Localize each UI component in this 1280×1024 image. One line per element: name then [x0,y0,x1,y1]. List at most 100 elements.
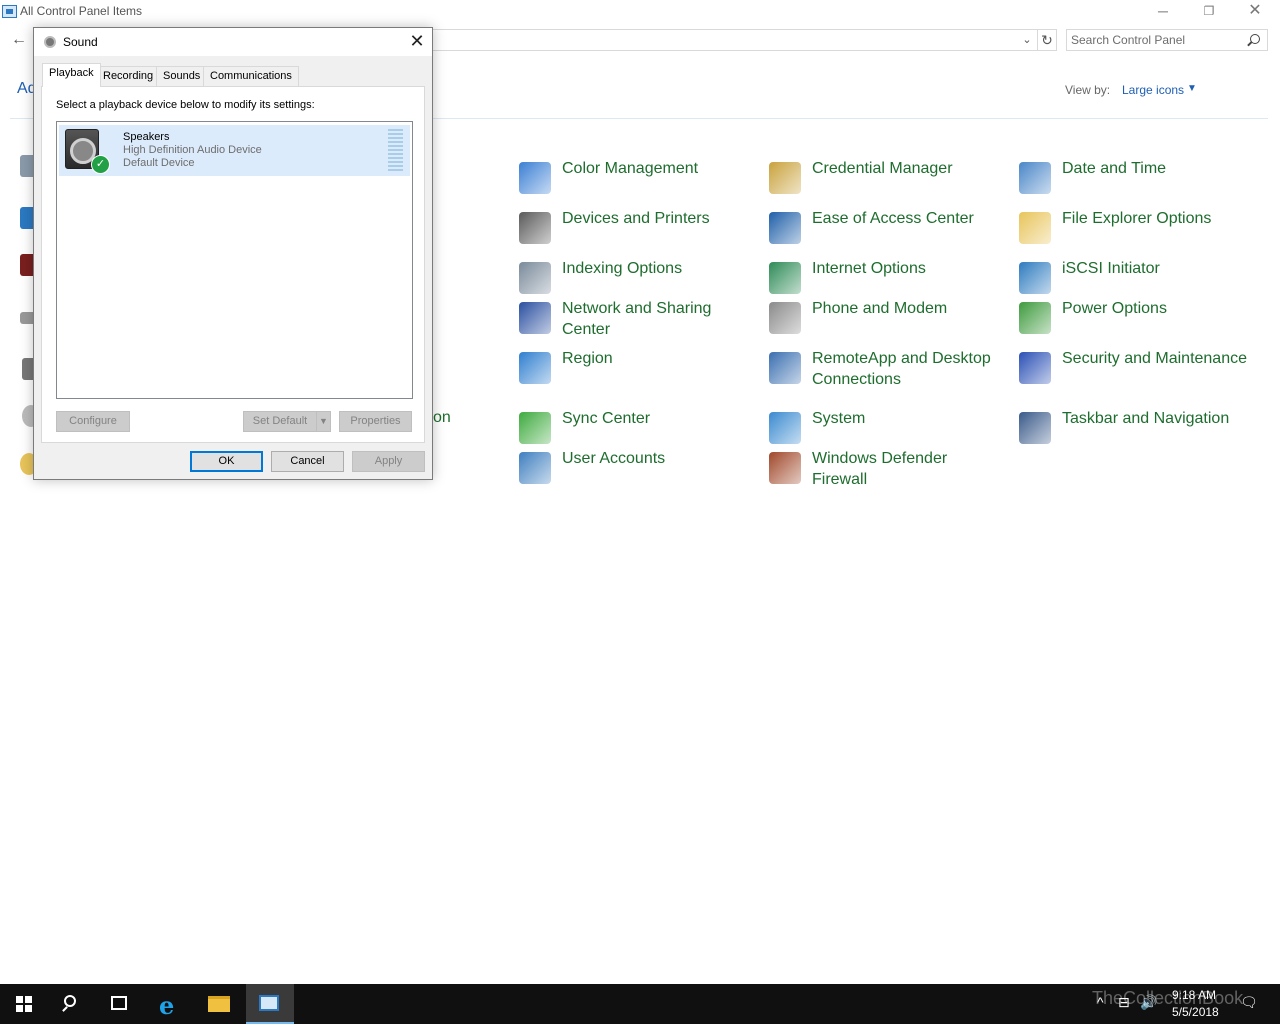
set-default-button[interactable]: Set Default [243,411,317,432]
search-icon-handle [62,1006,68,1012]
control-panel-item[interactable]: Phone and Modem [769,298,1014,342]
control-panel-item[interactable]: iSCSI Initiator [1019,258,1264,302]
tab-playback[interactable]: Playback [42,63,101,87]
volume-icon[interactable]: 🔊 [1140,994,1157,1011]
control-panel-item[interactable]: Credential Manager [769,158,1014,202]
file-explorer-options-icon [1019,212,1051,244]
control-panel-item[interactable]: Internet Options [769,258,1014,302]
watermark: TheCollectionBook [1092,988,1244,1008]
file-explorer-button[interactable] [196,984,244,1024]
title-bar: All Control Panel Items ─ ❐ ✕ [0,0,1280,24]
tab-recording[interactable]: Recording [96,66,161,86]
apply-button[interactable]: Apply [352,451,425,472]
view-by-dropdown[interactable]: Large icons [1122,83,1184,97]
control-panel-item[interactable]: Sync Center [519,408,764,452]
control-panel-item-label[interactable]: Sync Center [562,408,762,429]
network-icon[interactable]: ⊟ [1118,994,1130,1011]
date-and-time-icon [1019,162,1051,194]
notifications-icon[interactable]: 🗨 [1240,994,1258,1011]
power-options-icon [1019,302,1051,334]
windows-logo-icon [16,996,32,1012]
instruction-text: Select a playback device below to modify… [56,99,315,111]
control-panel-item[interactable]: File Explorer Options [1019,208,1264,252]
control-panel-item-label[interactable]: Color Management [562,158,762,179]
dialog-close-button[interactable]: ✕ [406,30,428,52]
tab-communications[interactable]: Communications [203,66,299,86]
control-panel-item-label[interactable]: Windows Defender Firewall [812,448,962,490]
device-item-speakers[interactable]: ✓ Speakers High Definition Audio Device … [59,125,410,176]
control-panel-item[interactable]: Ease of Access Center [769,208,1014,252]
control-panel-taskbar-button[interactable] [246,984,294,1024]
search-box[interactable] [1066,29,1268,51]
control-panel-item-label[interactable]: File Explorer Options [1062,208,1262,229]
control-panel-item[interactable]: Power Options [1019,298,1264,342]
device-name: Speakers [123,131,170,143]
control-panel-item-label[interactable]: Credential Manager [812,158,1012,179]
taskbar-search-button[interactable] [48,984,96,1024]
control-panel-item-label[interactable]: Power Options [1062,298,1262,319]
search-icon[interactable] [1250,34,1260,44]
control-panel-item[interactable]: Windows Defender Firewall [769,448,1014,492]
maximize-button[interactable]: ❐ [1186,0,1232,24]
control-panel-item[interactable]: Date and Time [1019,158,1264,202]
control-panel-item[interactable]: Network and Sharing Center [519,298,764,342]
control-panel-item-label[interactable]: Region [562,348,762,369]
control-panel-item-label[interactable]: RemoteApp and Desktop Connections [812,348,992,390]
tab-sounds[interactable]: Sounds [156,66,208,86]
control-panel-item[interactable]: Taskbar and Navigation [1019,408,1264,452]
control-panel-item[interactable]: Region [519,348,764,392]
clock-date[interactable]: 5/5/2018 [1172,1005,1219,1019]
user-accounts-icon [519,452,551,484]
control-panel-item-label[interactable]: Date and Time [1062,158,1262,179]
control-panel-item-label[interactable]: Security and Maintenance [1062,348,1262,369]
control-panel-item-label[interactable]: Ease of Access Center [812,208,1012,229]
start-button[interactable] [0,984,48,1024]
chevron-up-icon[interactable]: ^ [1097,994,1104,1010]
control-panel-item[interactable]: System [769,408,1014,452]
internet-explorer-button[interactable]: e [146,984,194,1024]
chevron-down-icon[interactable]: ⌄ [1020,32,1034,48]
search-input[interactable] [1071,32,1241,48]
control-panel-item[interactable]: RemoteApp and Desktop Connections [769,348,1014,392]
back-button[interactable]: ← [8,30,30,50]
cancel-button[interactable]: Cancel [271,451,344,472]
remoteapp-icon [769,352,801,384]
view-by-label: View by: [1065,83,1111,97]
task-view-icon [111,996,127,1010]
internet-explorer-icon: e [159,991,175,1020]
control-panel-item-label[interactable]: Network and Sharing Center [562,298,722,340]
partial-item-label[interactable]: on [433,409,451,427]
control-panel-item-label[interactable]: iSCSI Initiator [1062,258,1262,279]
folder-icon [208,996,230,1012]
control-panel-item[interactable]: User Accounts [519,448,764,492]
caret-down-icon[interactable]: ▼ [1187,83,1197,94]
address-bar[interactable] [420,29,1038,51]
control-panel-item-label[interactable]: Internet Options [812,258,1012,279]
indexing-options-icon [519,262,551,294]
control-panel-item-label[interactable]: Devices and Printers [562,208,762,229]
minimize-button[interactable]: ─ [1140,0,1186,24]
sound-dialog: Sound ✕ Playback Recording Sounds Commun… [33,27,433,480]
control-panel-item[interactable]: Security and Maintenance [1019,348,1264,392]
control-panel-item-label[interactable]: System [812,408,1012,429]
sound-icon [44,36,56,48]
control-panel-item-label[interactable]: User Accounts [562,448,762,469]
device-list[interactable]: ✓ Speakers High Definition Audio Device … [56,121,413,399]
control-panel-item[interactable]: Devices and Printers [519,208,764,252]
control-panel-item-label[interactable]: Phone and Modem [812,298,1012,319]
configure-button[interactable]: Configure [56,411,130,432]
clock-time[interactable]: 9:18 AM [1172,988,1216,1002]
task-view-button[interactable] [96,984,144,1024]
ok-button[interactable]: OK [190,451,263,472]
refresh-button[interactable]: ↻ [1037,29,1057,51]
taskbar-navigation-icon [1019,412,1051,444]
control-panel-item-label[interactable]: Indexing Options [562,258,762,279]
control-panel-item-label[interactable]: Taskbar and Navigation [1062,408,1262,429]
volume-level-meter [388,129,403,172]
close-button[interactable]: ✕ [1232,0,1278,24]
control-panel-item[interactable]: Color Management [519,158,764,202]
control-panel-item[interactable]: Indexing Options [519,258,764,302]
chevron-down-icon[interactable]: ▼ [316,411,331,432]
iscsi-initiator-icon [1019,262,1051,294]
properties-button[interactable]: Properties [339,411,412,432]
